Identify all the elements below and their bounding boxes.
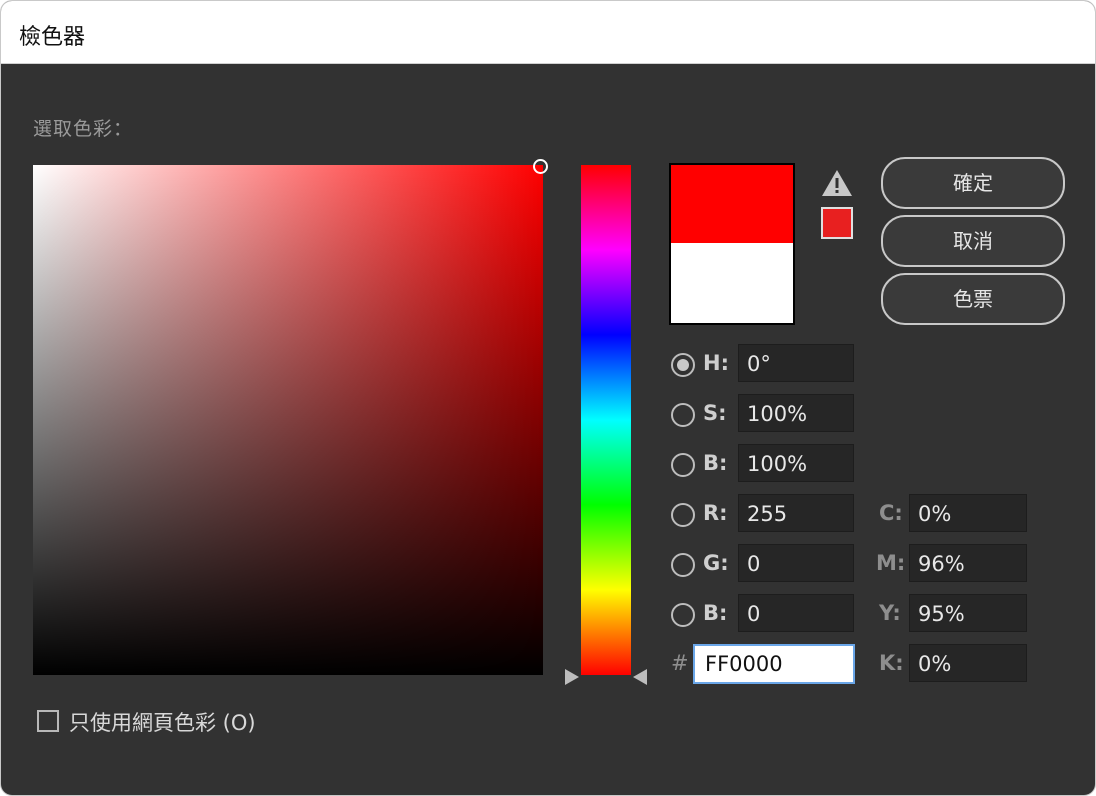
- hue-slider[interactable]: [581, 165, 631, 675]
- saturation-field[interactable]: 100%: [738, 394, 854, 432]
- color-preview: [669, 163, 795, 325]
- black-label: K:: [879, 651, 904, 675]
- warning-triangle-icon[interactable]: [821, 169, 853, 197]
- black-field[interactable]: 0%: [909, 644, 1027, 682]
- magenta-field[interactable]: 96%: [909, 544, 1027, 582]
- web-colors-only-label[interactable]: 只使用網頁色彩 (O): [69, 707, 256, 737]
- radio-saturation[interactable]: [671, 403, 695, 427]
- radio-green[interactable]: [671, 553, 695, 577]
- hue-field[interactable]: 0°: [738, 344, 854, 382]
- radio-hue[interactable]: [671, 353, 695, 377]
- web-colors-only-checkbox[interactable]: [37, 710, 59, 732]
- hue-slider-left-handle[interactable]: [565, 669, 579, 685]
- brightness-field[interactable]: 100%: [738, 444, 854, 482]
- yellow-label: Y:: [879, 601, 901, 625]
- hex-label: #: [671, 651, 689, 675]
- green-label: G:: [703, 551, 729, 575]
- green-field[interactable]: 0: [738, 544, 854, 582]
- swatches-button[interactable]: 色票: [881, 273, 1065, 325]
- ok-button[interactable]: 確定: [881, 157, 1065, 209]
- radio-brightness[interactable]: [671, 453, 695, 477]
- current-color-swatch[interactable]: [671, 243, 793, 323]
- new-color-swatch: [671, 165, 793, 243]
- red-label: R:: [703, 501, 728, 525]
- radio-red[interactable]: [671, 503, 695, 527]
- blue-label: B:: [703, 601, 728, 625]
- red-field[interactable]: 255: [738, 494, 854, 532]
- window-title: 檢色器: [19, 25, 86, 50]
- cyan-field[interactable]: 0%: [909, 494, 1027, 532]
- hue-slider-right-handle[interactable]: [633, 669, 647, 685]
- hex-field[interactable]: FF0000: [693, 644, 855, 684]
- cyan-label: C:: [879, 501, 903, 525]
- color-picker-dialog: 檢色器 選取色彩： 確定 取消 色票 H: 0° S: 100% B: 100%…: [0, 0, 1096, 796]
- blue-field[interactable]: 0: [738, 594, 854, 632]
- saturation-label: S:: [703, 401, 727, 425]
- gamut-correction-swatch[interactable]: [821, 207, 853, 239]
- color-field-cursor[interactable]: [533, 159, 548, 174]
- brightness-label: B:: [703, 451, 728, 475]
- saturation-brightness-field[interactable]: [33, 159, 548, 675]
- radio-blue[interactable]: [671, 603, 695, 627]
- select-color-label: 選取色彩：: [33, 118, 134, 140]
- title-bar: 檢色器: [1, 1, 1095, 64]
- cancel-button[interactable]: 取消: [881, 215, 1065, 267]
- hue-label: H:: [703, 351, 729, 375]
- magenta-label: M:: [876, 551, 906, 575]
- yellow-field[interactable]: 95%: [909, 594, 1027, 632]
